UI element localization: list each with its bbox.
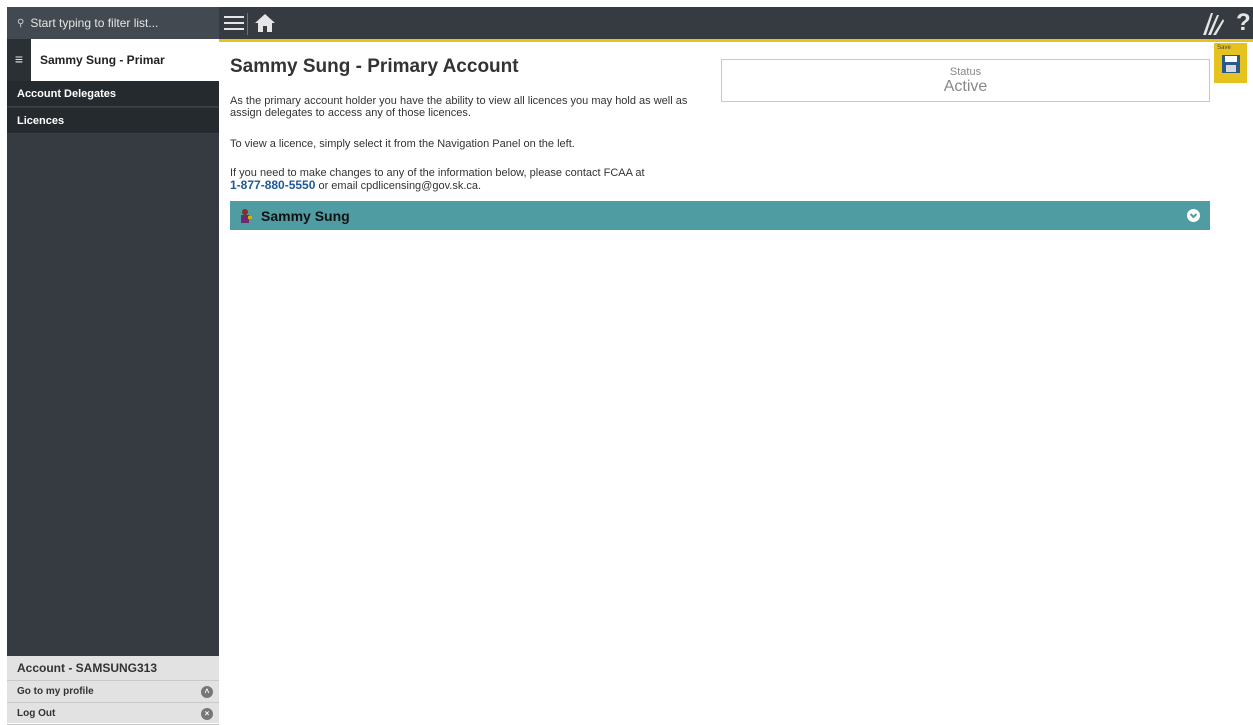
- sidebar-item-label: Licences: [17, 114, 65, 127]
- contact-name: Sammy Sung: [261, 208, 350, 224]
- status-value: Active: [943, 78, 988, 95]
- filter-list-input[interactable]: ⚲ Start typing to filter list...: [7, 7, 219, 39]
- logout-link[interactable]: Log Out ×: [7, 703, 219, 725]
- contact-panel-header[interactable]: Sammy Sung: [230, 201, 1210, 230]
- sidebar-item-account-delegates[interactable]: Account Delegates: [7, 81, 219, 107]
- navigation-hint: To view a licence, simply select it from…: [230, 138, 575, 150]
- status-box: Status Active: [721, 59, 1210, 102]
- person-icon: [241, 209, 252, 223]
- profile-link-label: Go to my profile: [17, 686, 94, 697]
- sidebar-item-label: Account Delegates: [17, 87, 117, 100]
- top-bar: ?: [219, 7, 1253, 42]
- account-list-icon[interactable]: ≡: [7, 39, 31, 85]
- sidebar: ⚲ Start typing to filter list... ≡ Sammy…: [7, 7, 219, 725]
- filter-placeholder: Start typing to filter list...: [30, 16, 159, 30]
- logout-link-label: Log Out: [17, 708, 56, 719]
- account-id-label: Account - SAMSUNG313: [7, 656, 219, 681]
- phone-link[interactable]: 1-877-880-5550: [230, 178, 315, 192]
- menu-icon[interactable]: [224, 13, 244, 33]
- account-tab[interactable]: Sammy Sung - Primar: [31, 39, 219, 81]
- sidebar-footer: Account - SAMSUNG313 Go to my profile ˄ …: [7, 656, 219, 725]
- contact-email-text: or email cpdlicensing@gov.sk.ca.: [315, 180, 482, 192]
- account-row: ≡ Sammy Sung - Primar: [7, 39, 219, 85]
- chevron-down-icon[interactable]: [1187, 209, 1200, 222]
- close-icon: ×: [201, 707, 213, 720]
- save-icon: [1222, 55, 1240, 73]
- status-label: Status: [949, 66, 982, 78]
- help-icon[interactable]: ?: [1236, 7, 1253, 39]
- save-label: Save: [1217, 45, 1231, 51]
- saskatchewan-logo-icon: [1199, 9, 1227, 37]
- go-to-profile-link[interactable]: Go to my profile ˄: [7, 681, 219, 703]
- home-icon[interactable]: [247, 11, 277, 35]
- chevron-up-icon: ˄: [201, 685, 213, 698]
- search-icon: ⚲: [17, 17, 25, 29]
- save-button[interactable]: Save: [1214, 43, 1247, 83]
- intro-paragraph: As the primary account holder you have t…: [230, 95, 688, 119]
- sidebar-item-licences[interactable]: Licences: [7, 108, 219, 134]
- account-tab-label: Sammy Sung - Primar: [40, 53, 165, 67]
- page-title: Sammy Sung - Primary Account: [230, 56, 519, 77]
- contact-paragraph: If you need to make changes to any of th…: [230, 167, 720, 192]
